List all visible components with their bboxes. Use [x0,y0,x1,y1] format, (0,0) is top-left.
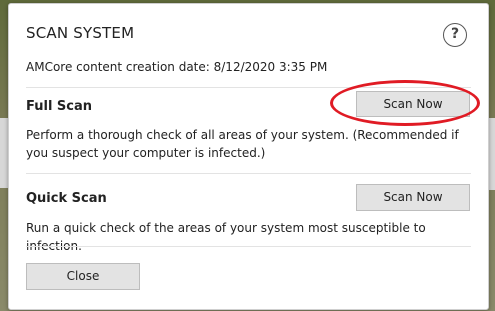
full-scan-now-button[interactable]: Scan Now [356,91,470,117]
content-creation-date: AMCore content creation date: 8/12/2020 … [26,60,328,74]
help-icon[interactable]: ? [443,23,467,47]
divider [26,246,471,247]
full-scan-description: Perform a thorough check of all areas of… [26,128,459,160]
close-button[interactable]: Close [26,263,140,290]
dialog-title: SCAN SYSTEM [26,24,135,42]
divider [26,173,471,174]
quick-scan-now-button[interactable]: Scan Now [356,184,470,211]
scan-system-dialog: SCAN SYSTEM ? AMCore content creation da… [8,3,489,310]
quick-scan-title: Quick Scan [26,191,107,206]
full-scan-title: Full Scan [26,99,93,114]
quick-scan-description: Run a quick check of the areas of your s… [26,221,426,253]
divider [26,87,471,88]
